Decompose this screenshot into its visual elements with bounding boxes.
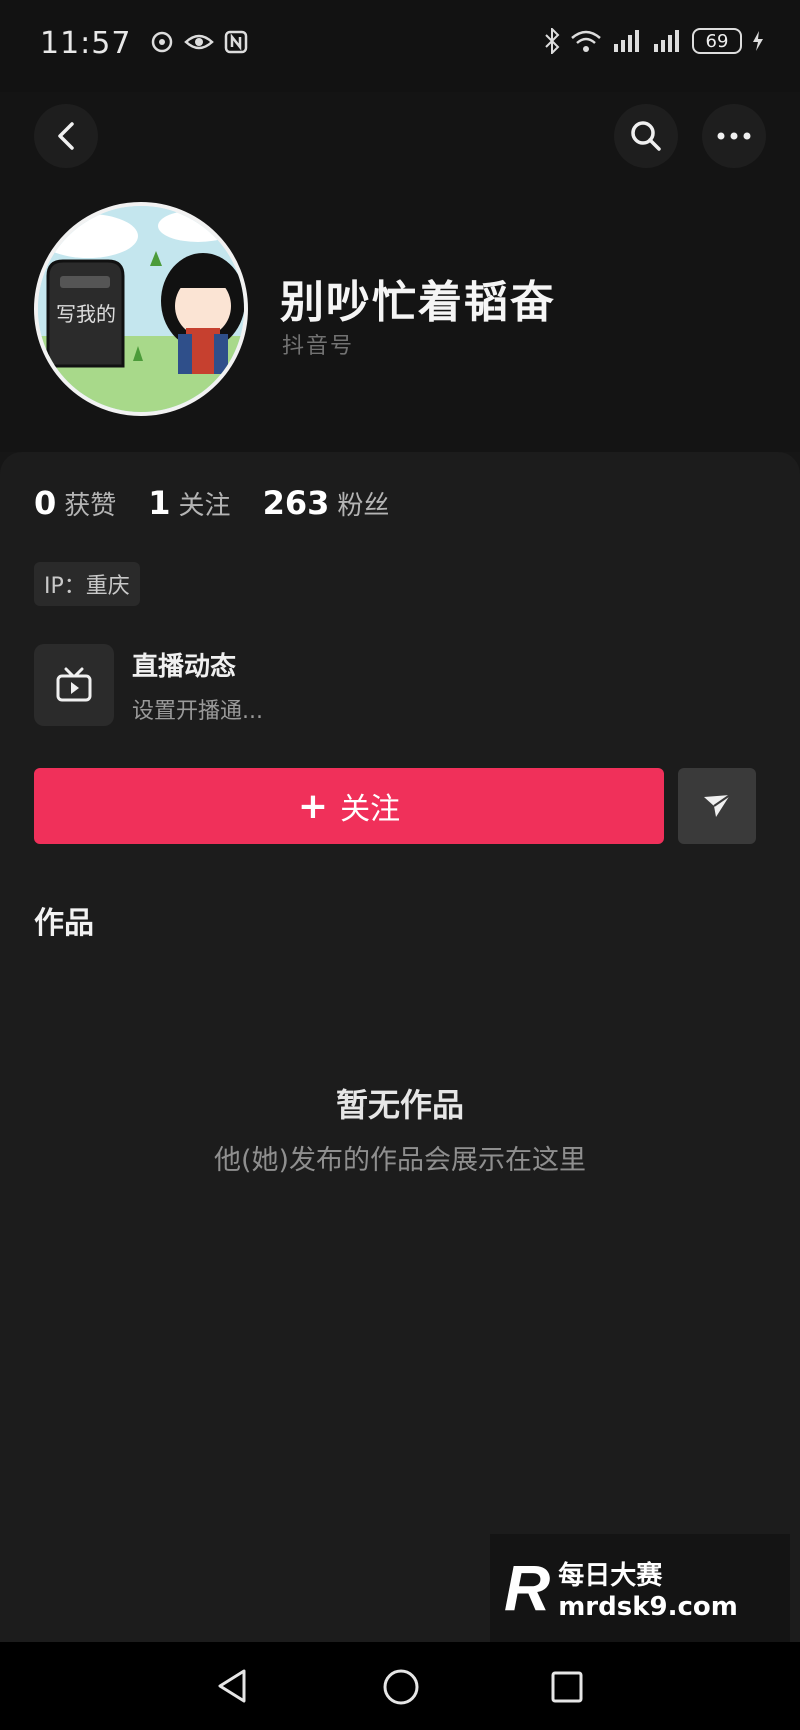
- nav-back-icon[interactable]: [216, 1668, 248, 1704]
- charging-icon: [753, 31, 763, 51]
- stats-row: 0 获赞 1 关注 263 粉丝: [34, 484, 389, 522]
- signal-icon-2: [654, 30, 679, 52]
- status-right: 69: [544, 28, 764, 54]
- watermark-logo: R: [504, 1552, 551, 1624]
- search-icon: [631, 121, 661, 151]
- nav-home-icon[interactable]: [382, 1668, 420, 1706]
- live-title: 直播动态: [132, 651, 237, 682]
- empty-state-title: 暂无作品: [335, 1086, 464, 1124]
- watermark-text: 每日大赛 mrdsk9.com: [558, 1555, 738, 1622]
- watermark-brand: 每日大赛: [558, 1560, 663, 1591]
- wifi-icon: [571, 30, 601, 52]
- live-icon-box: [34, 644, 114, 726]
- stat-followers-label: 粉丝: [337, 491, 390, 521]
- live-text: 直播动态 设置开播通...: [132, 646, 263, 725]
- live-desc: 设置开播通...: [132, 698, 263, 724]
- stat-followers-num: 263: [262, 484, 330, 522]
- tv-icon: [56, 667, 92, 702]
- empty-state-desc: 他(她)发布的作品会展示在这里: [213, 1145, 587, 1176]
- tab-works[interactable]: 作品: [34, 898, 94, 942]
- follow-label: 关注: [340, 792, 401, 827]
- profile-subtitle[interactable]: 抖音号: [282, 328, 354, 360]
- stat-following[interactable]: 1 关注: [148, 484, 230, 522]
- follow-button[interactable]: + 关注: [34, 768, 664, 844]
- signal-icon-1: [614, 30, 639, 52]
- avatar[interactable]: 写我的: [34, 202, 248, 416]
- stat-following-num: 1: [148, 484, 171, 522]
- nfc-icon: [224, 30, 248, 54]
- profile-name: 别吵忙着韬奋: [280, 277, 556, 328]
- stat-likes-label: 获赞: [64, 491, 117, 521]
- ip-tag: IP：重庆: [34, 562, 140, 606]
- notification-icon: [151, 31, 173, 53]
- bluetooth-icon: [545, 28, 560, 54]
- more-actions-button[interactable]: [678, 768, 756, 844]
- more-icon: [717, 132, 751, 140]
- more-button[interactable]: [702, 104, 766, 168]
- stat-likes[interactable]: 0 获赞: [34, 484, 116, 522]
- status-left-icons: [150, 30, 248, 54]
- status-time: 11:57: [40, 26, 132, 61]
- content-panel: [0, 452, 800, 1642]
- stat-following-label: 关注: [178, 491, 231, 521]
- battery-indicator: 69: [692, 28, 742, 54]
- send-icon: [704, 794, 731, 817]
- chevron-left-icon: [58, 122, 74, 150]
- eye-icon: [184, 34, 214, 50]
- stat-likes-num: 0: [34, 484, 57, 522]
- battery-level: 69: [705, 30, 729, 52]
- back-button[interactable]: [34, 104, 98, 168]
- search-button[interactable]: [614, 104, 678, 168]
- plus-icon: +: [297, 785, 329, 827]
- avatar-illustration: 写我的: [38, 206, 244, 412]
- watermark: R 每日大赛 mrdsk9.com: [490, 1534, 790, 1642]
- live-card[interactable]: 直播动态 设置开播通...: [34, 644, 263, 726]
- watermark-domain: mrdsk9.com: [558, 1591, 738, 1622]
- nav-recent-icon[interactable]: [550, 1670, 584, 1704]
- avatar-text: 写我的: [56, 302, 116, 326]
- status-bar: 11:57 69: [0, 0, 800, 92]
- stat-followers[interactable]: 263 粉丝: [263, 484, 390, 522]
